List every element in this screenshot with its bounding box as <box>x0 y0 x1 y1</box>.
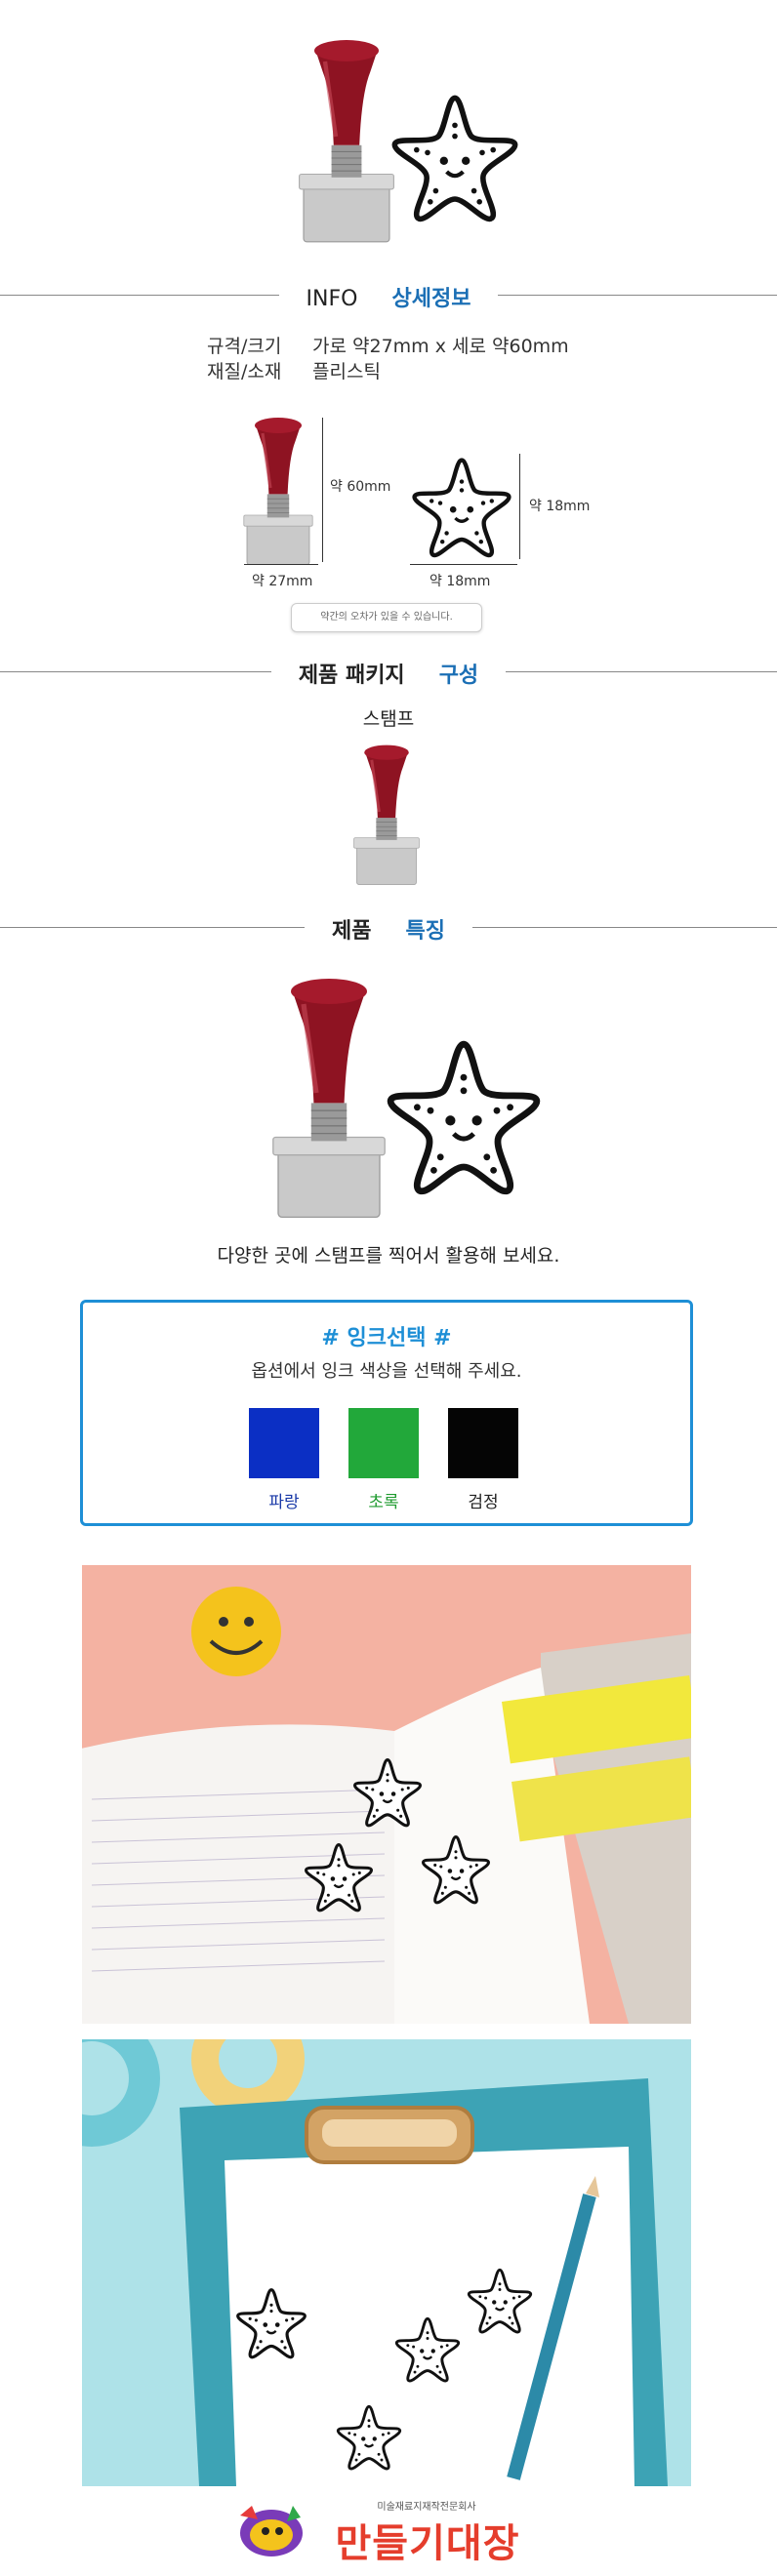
spec-value: 가로 약27mm x 세로 약60mm <box>312 336 569 357</box>
ink-selection-box: # 잉크선택 # 옵션에서 잉크 색상을 선택해 주세요. 파랑 초록 검정 <box>80 1300 693 1526</box>
info-header: INFO 상세정보 <box>0 281 777 312</box>
starfish-dimension-image <box>408 454 515 561</box>
starfish-image <box>387 90 523 226</box>
ink-title: # 잉크선택 # <box>321 1326 452 1350</box>
feature-caption: 다양한 곳에 스탬프를 찍어서 활용해 보세요. <box>217 1245 560 1267</box>
dim-label: 약 60mm <box>330 479 391 495</box>
spec-label: 규격/크기 <box>207 336 282 357</box>
package-header: 제품 패키지 구성 <box>0 658 777 689</box>
feature-header: 제품 특징 <box>0 913 777 945</box>
ink-swatch-black <box>448 1408 518 1478</box>
feature-starfish-image <box>381 1034 547 1200</box>
ink-swatch-green <box>348 1408 419 1478</box>
spec-value: 플리스틱 <box>312 361 381 382</box>
brand-name: 만들기대장 <box>335 2521 520 2566</box>
dim-label: 약 27mm <box>252 574 313 589</box>
ink-option-label: 파랑 <box>268 1493 300 1512</box>
package-item-label: 스탬프 <box>362 708 415 730</box>
tolerance-note: 약간의 오차가 있을 수 있습니다. <box>291 603 482 632</box>
ink-option-label: 초록 <box>368 1493 399 1512</box>
notebook-photo <box>82 1565 691 2024</box>
mascot-logo <box>240 2506 303 2556</box>
dim-label: 약 18mm <box>429 574 491 589</box>
clipboard-photo <box>82 2039 691 2486</box>
ink-swatch-blue <box>249 1408 319 1478</box>
ink-option-label: 검정 <box>468 1493 499 1512</box>
stamp-dimension-image <box>239 410 317 566</box>
stamp-image <box>293 29 400 244</box>
package-stamp-image <box>349 738 424 886</box>
dim-label: 약 18mm <box>529 499 591 514</box>
spec-label: 재질/소재 <box>207 361 282 382</box>
ink-subtitle: 옵션에서 잉크 색상을 선택해 주세요. <box>251 1361 522 1382</box>
brand-tagline: 미술재료지재작전문회사 <box>377 2502 476 2513</box>
